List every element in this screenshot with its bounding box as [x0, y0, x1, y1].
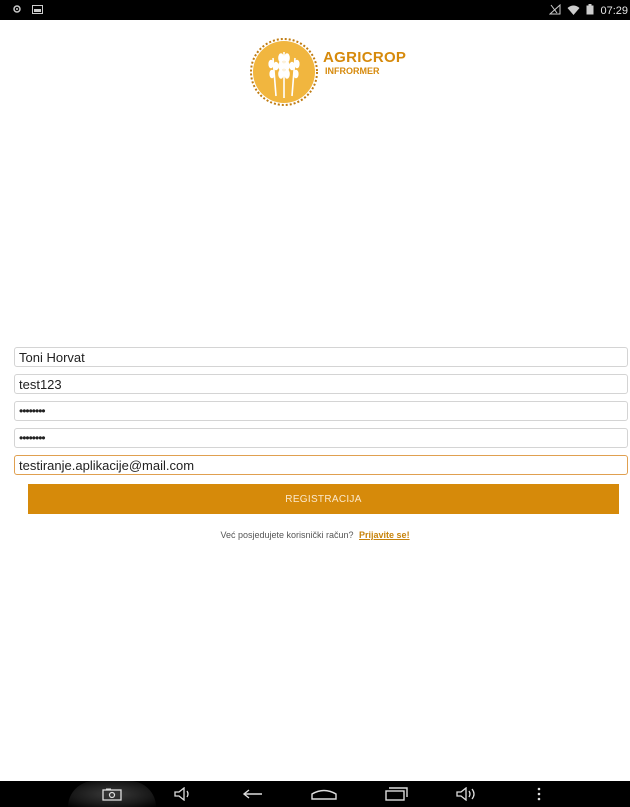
status-clock: 07:29 — [600, 5, 628, 17]
confirm-password-field[interactable] — [14, 428, 628, 448]
register-button[interactable]: REGISTRACIJA — [28, 484, 619, 514]
home-icon[interactable] — [309, 784, 339, 804]
battery-icon — [586, 4, 594, 18]
gallery-icon — [32, 4, 43, 17]
login-link[interactable]: Prijavite se! — [359, 530, 410, 540]
email-field[interactable] — [14, 455, 628, 475]
menu-icon[interactable] — [524, 784, 554, 804]
login-prompt-text: Već posjedujete korisnički račun? — [220, 530, 354, 540]
volume-up-icon[interactable] — [452, 784, 482, 804]
full-name-field[interactable] — [14, 347, 628, 367]
app-logo: AGRICROP INFRORMER — [245, 38, 406, 106]
wheat-emblem-icon — [250, 38, 318, 106]
logo-title: AGRICROP — [323, 49, 407, 66]
status-bar: 07:29 — [0, 0, 630, 20]
screenshot-icon[interactable] — [97, 784, 127, 804]
password-field[interactable] — [14, 401, 628, 421]
wifi-icon — [567, 5, 580, 18]
settings-icon — [12, 4, 22, 17]
logo-subtitle: INFRORMER — [325, 66, 380, 76]
volume-down-icon[interactable] — [168, 784, 198, 804]
recent-apps-icon[interactable] — [381, 784, 411, 804]
navigation-bar — [0, 781, 630, 807]
username-field[interactable] — [14, 374, 628, 394]
back-icon[interactable] — [238, 784, 268, 804]
signal-off-icon — [549, 3, 561, 18]
login-prompt: Već posjedujete korisnički račun? Prijav… — [0, 530, 630, 540]
